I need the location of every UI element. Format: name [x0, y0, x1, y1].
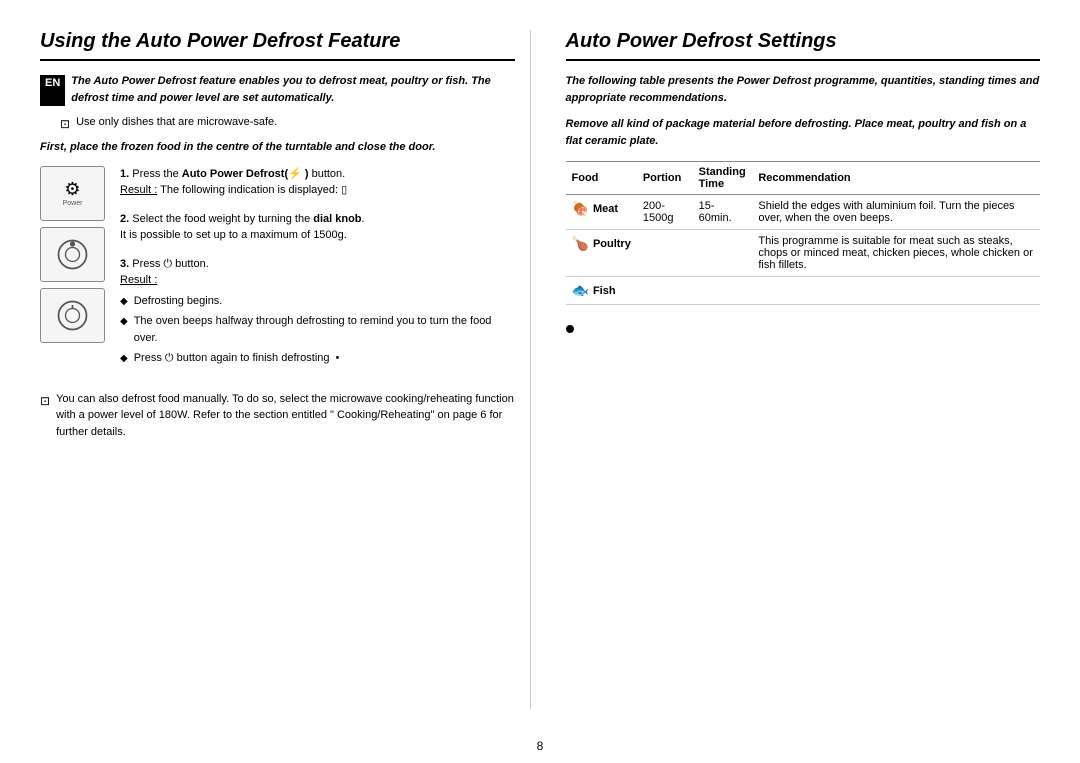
start-button-icon — [40, 288, 105, 343]
fish-icon: 🐟 — [572, 282, 589, 299]
step-2-number: 2. — [120, 213, 129, 225]
table-row-poultry: 🍗 Poultry This programme is suitable for… — [566, 230, 1041, 277]
poultry-standing-time — [693, 230, 753, 277]
meat-recommendation: Shield the edges with aluminium foil. Tu… — [752, 195, 1040, 230]
fish-recommendation — [752, 277, 1040, 305]
table-header-row: Food Portion Standing Time Recommendatio… — [566, 162, 1041, 195]
icons-column: ⚙ Power — [40, 166, 110, 379]
right-bottom-bullet — [566, 325, 1041, 333]
diamond-icon-2: ◆ — [120, 314, 128, 329]
fish-standing-time — [693, 277, 753, 305]
step-3-result-label: Result : — [120, 274, 157, 286]
meat-portion: 200-1500g — [637, 195, 693, 230]
food-meat: 🍖 Meat — [566, 195, 637, 230]
dial-knob-icon — [40, 227, 105, 282]
page-number: 8 — [0, 729, 1080, 763]
food-poultry: 🍗 Poultry — [566, 230, 637, 277]
bullet-end-dot: • — [336, 350, 340, 367]
step-3-number: 3. — [120, 258, 129, 270]
note-icon-2: ⊡ — [40, 392, 50, 410]
meat-icon: 🍖 — [572, 200, 589, 217]
fish-portion — [637, 277, 693, 305]
step-1-number: 1. — [120, 168, 129, 180]
step-1-result-text: The following indication is displayed: ▯ — [160, 184, 347, 196]
steps-text: 1. Press the Auto Power Defrost(⚡ ) butt… — [120, 166, 515, 379]
right-intro-text: The following table presents the Power D… — [566, 73, 1041, 106]
remove-text: Remove all kind of package material befo… — [566, 116, 1041, 149]
food-fish: 🐟 Fish — [566, 277, 637, 305]
bullet-beeps-halfway: ◆ The oven beeps halfway through defrost… — [120, 313, 515, 346]
col-recommendation: Recommendation — [752, 162, 1040, 195]
right-column: Auto Power Defrost Settings The followin… — [551, 30, 1041, 709]
poultry-label: Poultry — [593, 238, 631, 250]
left-column: Using the Auto Power Defrost Feature EN … — [40, 30, 531, 709]
steps-area: ⚙ Power — [40, 166, 515, 379]
bullet-press-again: ◆ Press ⏻ button again to finish defrost… — [120, 350, 515, 367]
poultry-portion — [637, 230, 693, 277]
bullet-text-2: The oven beeps halfway through defrostin… — [134, 313, 515, 346]
step-1-result-label: Result : — [120, 184, 157, 196]
step-1-bold: Auto Power Defrost(⚡ ) — [182, 168, 309, 180]
poultry-icon: 🍗 — [572, 235, 589, 252]
left-section-title: Using the Auto Power Defrost Feature — [40, 30, 515, 61]
right-section-title: Auto Power Defrost Settings — [566, 30, 1041, 61]
diamond-icon-3: ◆ — [120, 351, 128, 366]
step-2-bold: dial knob — [313, 213, 361, 225]
col-standing-time: Standing Time — [693, 162, 753, 195]
bullet-text-1: Defrosting begins. — [134, 293, 223, 310]
bullet-text-3: Press ⏻ button again to finish defrostin… — [134, 350, 330, 367]
table-row-meat: 🍖 Meat 200-1500g 15-60min. Shield the ed… — [566, 195, 1041, 230]
bullet-defrosting-begins: ◆ Defrosting begins. — [120, 293, 515, 310]
defrost-table: Food Portion Standing Time Recommendatio… — [566, 161, 1041, 305]
fish-label: Fish — [593, 285, 616, 297]
power-defrost-button-icon: ⚙ Power — [40, 166, 105, 221]
intro-text: The Auto Power Defrost feature enables y… — [71, 73, 514, 106]
table-row-fish: 🐟 Fish — [566, 277, 1041, 305]
bottom-note: ⊡ You can also defrost food manually. To… — [40, 391, 515, 441]
diamond-icon-1: ◆ — [120, 294, 128, 309]
bottom-note-text: You can also defrost food manually. To d… — [56, 391, 514, 441]
note-text-1: Use only dishes that are microwave-safe. — [76, 116, 277, 128]
step-1: 1. Press the Auto Power Defrost(⚡ ) butt… — [120, 166, 515, 199]
meat-label: Meat — [593, 203, 618, 215]
step-2-detail: It is possible to set up to a maximum of… — [120, 229, 347, 241]
en-badge: EN — [40, 75, 65, 106]
step-3: 3. Press ⏻ button. Result : ◆ Defrosting… — [120, 256, 515, 367]
bullet-circle — [566, 325, 574, 333]
poultry-recommendation: This programme is suitable for meat such… — [752, 230, 1040, 277]
col-food: Food — [566, 162, 637, 195]
col-portion: Portion — [637, 162, 693, 195]
meat-standing-time: 15-60min. — [693, 195, 753, 230]
microwave-safe-icon: ⊡ — [60, 117, 70, 131]
note-block-1: ⊡ Use only dishes that are microwave-saf… — [60, 116, 515, 131]
turntable-instruction: First, place the frozen food in the cent… — [40, 139, 515, 156]
intro-block: EN The Auto Power Defrost feature enable… — [40, 73, 515, 106]
step-2: 2. Select the food weight by turning the… — [120, 211, 515, 244]
